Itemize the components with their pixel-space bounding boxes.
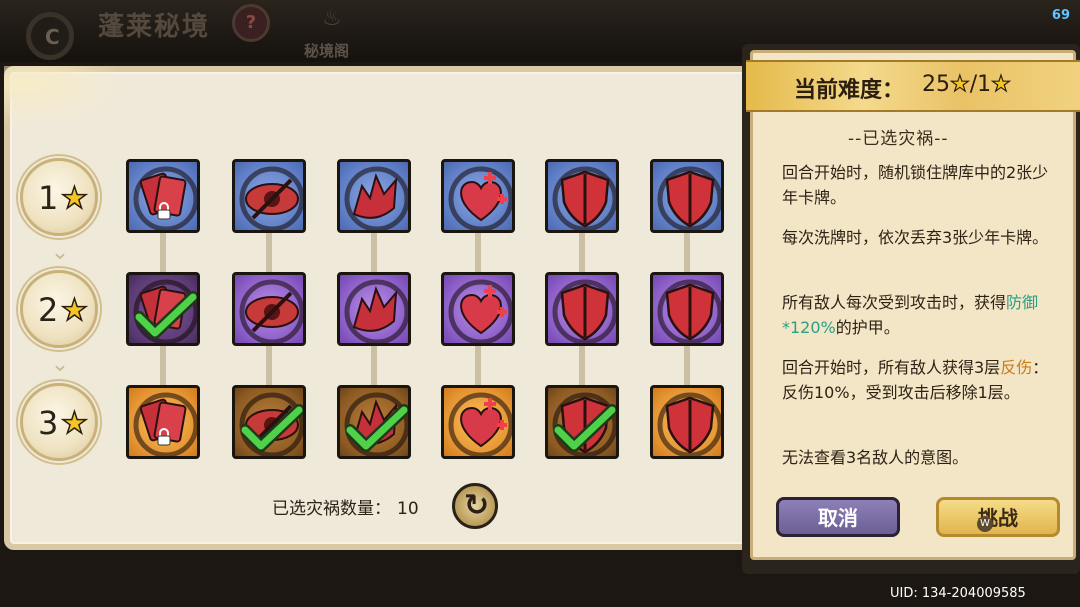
shield-icon (657, 392, 721, 456)
refresh-icon: ↻ (464, 488, 490, 523)
row-level-badge: 2 ★ (20, 270, 98, 348)
calamity-tile-shield[interactable] (650, 159, 724, 233)
chevron-down-icon: ⌄ (50, 240, 70, 265)
spiky-shell-icon (344, 166, 408, 230)
cards-icon (133, 166, 197, 230)
selected-count: 已选灾祸数量： 10 (272, 499, 419, 519)
star-icon: ★ (60, 405, 88, 442)
cursor-w-icon: W (977, 516, 993, 532)
calamity-tile-spiky-shell[interactable] (337, 385, 411, 459)
pavilion-emblem-icon: ♨ (322, 6, 342, 31)
heart-plus-icon (448, 279, 512, 343)
calamity-tile-cards[interactable] (126, 272, 200, 346)
heart-plus-icon (448, 392, 512, 456)
calamity-tile-cards[interactable] (126, 385, 200, 459)
lock-icon (157, 428, 171, 446)
tile-connector (475, 233, 481, 272)
tile-connector (475, 346, 481, 385)
calamity-tile-eye-crossed[interactable] (232, 159, 306, 233)
checkmark-icon (346, 404, 408, 452)
star-icon: ★ (949, 71, 970, 97)
calamity-tile-heart-plus[interactable] (441, 272, 515, 346)
calamity-tile-shield[interactable] (650, 272, 724, 346)
eye-crossed-icon (239, 166, 303, 230)
row-level-badge: 1 ★ (20, 158, 98, 236)
calamity-tile-heart-plus[interactable] (441, 159, 515, 233)
reset-button[interactable]: ↻ (452, 483, 498, 529)
fps-counter: 69 (1051, 8, 1070, 23)
calamity-tile-shield[interactable] (545, 385, 619, 459)
star-icon: ★ (991, 71, 1012, 97)
calamity-tile-spiky-shell[interactable] (337, 159, 411, 233)
shield-icon (552, 166, 616, 230)
pavilion-label: 秘境阁 (304, 42, 350, 60)
tile-connector (266, 233, 272, 272)
calamity-description: 回合开始时，随机锁住牌库中的2张少年卡牌。 (782, 163, 1049, 207)
calamity-description: 回合开始时，所有敌人获得3层反伤：反伤10%，受到攻击后移除1层。 (782, 358, 1049, 402)
back-ring-icon[interactable]: C (26, 12, 74, 60)
cancel-button[interactable]: 取消 (776, 497, 900, 537)
calamity-tile-shield[interactable] (545, 272, 619, 346)
help-button[interactable]: ? (232, 4, 270, 42)
calamity-tile-cards[interactable] (126, 159, 200, 233)
tile-connector (684, 233, 690, 272)
tile-connector (266, 346, 272, 385)
eye-crossed-icon (239, 279, 303, 343)
checkmark-icon (135, 291, 197, 339)
spiky-shell-icon (344, 279, 408, 343)
tile-connector (371, 233, 377, 272)
challenge-button[interactable]: 挑战 (936, 497, 1060, 537)
chevron-down-icon: ⌄ (50, 352, 70, 377)
star-icon: ★ (60, 292, 88, 329)
checkmark-icon (554, 404, 616, 452)
shield-icon (552, 279, 616, 343)
cards-icon (133, 392, 197, 456)
tile-connector (579, 233, 585, 272)
page-title: 蓬莱秘境 (98, 12, 211, 42)
calamity-tile-eye-crossed[interactable] (232, 385, 306, 459)
calamity-description: 所有敌人每次受到攻击时，获得防御*120%的护甲。 (782, 293, 1039, 337)
calamity-tile-shield[interactable] (650, 385, 724, 459)
picked-title: --已选灾祸-- (848, 129, 949, 149)
calamity-tile-heart-plus[interactable] (441, 385, 515, 459)
tile-connector (684, 346, 690, 385)
tile-connector (579, 346, 585, 385)
row-level-badge: 3 ★ (20, 383, 98, 461)
difficulty-value: 25★/1★ (922, 71, 1012, 97)
shield-icon (657, 166, 721, 230)
star-icon: ★ (60, 180, 88, 217)
tile-connector (371, 346, 377, 385)
checkmark-icon (241, 404, 303, 452)
calamity-description: 每次洗牌时，依次丢弃3张少年卡牌。 (782, 228, 1049, 247)
tile-connector (160, 233, 166, 272)
tile-connector (160, 346, 166, 385)
calamity-description: 无法查看3名敌人的意图。 (782, 448, 969, 467)
lock-icon (157, 202, 171, 220)
difficulty-label: 当前难度： (794, 78, 905, 103)
uid-label: UID: 134-204009585 (890, 586, 1026, 601)
calamity-tile-eye-crossed[interactable] (232, 272, 306, 346)
shield-icon (657, 279, 721, 343)
heart-plus-icon (448, 166, 512, 230)
calamity-tile-shield[interactable] (545, 159, 619, 233)
calamity-tile-spiky-shell[interactable] (337, 272, 411, 346)
